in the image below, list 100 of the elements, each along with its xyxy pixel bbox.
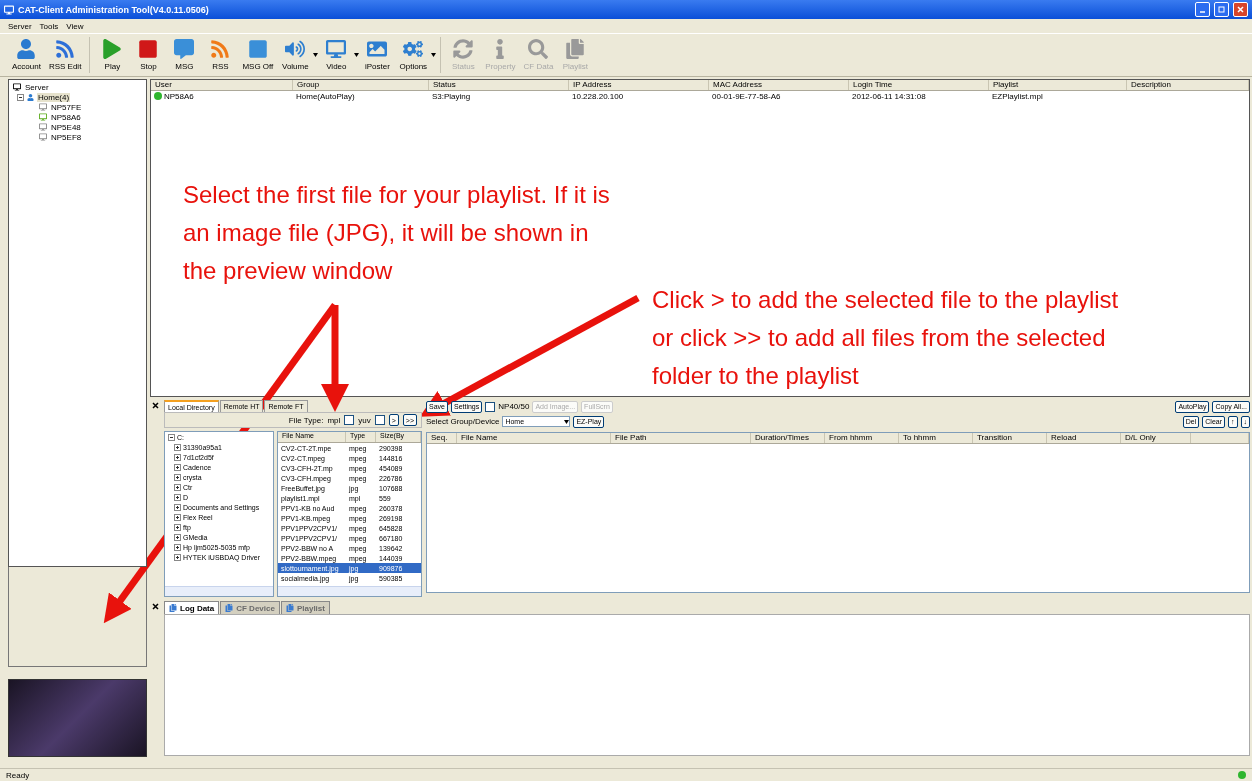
- picture-icon: [367, 39, 388, 59]
- checkbox[interactable]: [485, 401, 496, 412]
- table-cell: 10.228.20.100: [572, 91, 624, 101]
- close-icon: [1237, 6, 1244, 13]
- column-header: From hhmm: [825, 433, 899, 443]
- gears-icon: [403, 39, 424, 59]
- document-icon: [285, 604, 294, 612]
- collapse-icon[interactable]: [168, 433, 175, 441]
- expand-icon[interactable]: [174, 533, 181, 541]
- tree-item[interactable]: NP5E48: [50, 122, 82, 132]
- expand-icon[interactable]: [174, 513, 181, 521]
- tree-item[interactable]: NP58A6: [50, 112, 82, 122]
- user-icon: [16, 39, 37, 59]
- expand-icon[interactable]: [174, 453, 181, 461]
- menu-item[interactable]: View: [66, 21, 84, 31]
- column-header: Group: [293, 80, 429, 90]
- expand-icon[interactable]: [174, 463, 181, 471]
- menu-item[interactable]: Server: [8, 21, 32, 31]
- expand-icon[interactable]: [174, 473, 181, 481]
- label: NP40/50: [498, 402, 530, 411]
- refresh-icon: [453, 39, 474, 59]
- expand-icon[interactable]: [174, 443, 181, 451]
- table-cell: Home(AutoPlay): [296, 91, 355, 101]
- column-header: To hhmm: [899, 433, 973, 443]
- toolbar-button[interactable]: Video: [318, 39, 355, 71]
- toolbar-button[interactable]: RSS Edit: [44, 39, 86, 71]
- collapse-icon[interactable]: [17, 93, 24, 101]
- column-header: Transition: [973, 433, 1047, 443]
- expand-icon[interactable]: [174, 493, 181, 501]
- document-icon: [225, 604, 234, 612]
- column-header: Seq.: [427, 433, 457, 443]
- tree-item[interactable]: Home(4): [37, 92, 71, 102]
- scrollbar[interactable]: [165, 586, 273, 596]
- group-icon: [27, 93, 34, 101]
- column-header: MAC Address: [709, 80, 849, 90]
- toolbar-button[interactable]: Account: [8, 39, 45, 71]
- close-button[interactable]: [150, 400, 160, 410]
- close-button[interactable]: [150, 601, 160, 611]
- scrollbar[interactable]: [278, 586, 421, 596]
- toolbar-button[interactable]: iPoster: [359, 39, 396, 71]
- tab[interactable]: Playlist: [280, 601, 330, 614]
- column-header: Reload: [1047, 433, 1121, 443]
- status-text: Ready: [6, 770, 30, 780]
- play-icon: [102, 39, 123, 59]
- toolbar-button[interactable]: Volume: [277, 39, 314, 71]
- caret-icon[interactable]: [431, 53, 437, 57]
- toolbar-button[interactable]: MSG Off: [238, 39, 278, 71]
- table-cell: S3:Playing: [432, 91, 471, 101]
- caret-icon[interactable]: [354, 53, 360, 57]
- toolbar-button[interactable]: Options: [395, 39, 432, 71]
- column-header: D/L Only: [1121, 433, 1191, 443]
- tab[interactable]: Log Data: [164, 601, 220, 614]
- rss-icon: [55, 39, 76, 59]
- caret-icon[interactable]: [313, 53, 319, 57]
- label: yuv: [358, 415, 371, 425]
- annotation-text: Select the first file for your playlist. If it is an image file (JPG), it will be shown in the preview window: [183, 180, 611, 286]
- minimize-button[interactable]: [1195, 2, 1210, 17]
- column-header: Status: [429, 80, 569, 90]
- column-header: IP Address: [569, 80, 709, 90]
- expand-icon[interactable]: [174, 543, 181, 551]
- column-header: User: [151, 80, 293, 90]
- app-icon: [4, 4, 14, 15]
- expand-icon[interactable]: [174, 503, 181, 511]
- speaker-icon: [285, 39, 306, 59]
- table-cell: EZPlaylist.mpl: [992, 91, 1043, 101]
- expand-icon[interactable]: [174, 553, 181, 561]
- toolbar-button[interactable]: MSG: [166, 39, 203, 71]
- checkbox[interactable]: [344, 415, 355, 425]
- monitor-icon: [326, 39, 347, 59]
- tree-item[interactable]: NP5EF8: [50, 132, 83, 142]
- column-header: Duration/Times: [751, 433, 825, 443]
- toolbar-button[interactable]: Stop: [130, 39, 167, 71]
- table-cell: 00-01-9E-77-58-A6: [712, 91, 781, 101]
- server-icon: [13, 83, 21, 91]
- column-header: Login Time: [849, 80, 989, 90]
- column-header: Description: [1127, 80, 1249, 90]
- toolbar-button[interactable]: RSS: [202, 39, 239, 71]
- label: Select Group/Device: [426, 417, 500, 426]
- maximize-icon: [1218, 6, 1225, 13]
- search-icon: [528, 39, 549, 59]
- tab[interactable]: CF Device: [220, 601, 280, 614]
- status-dot: [1238, 771, 1246, 779]
- expand-icon[interactable]: [174, 483, 181, 491]
- expand-icon[interactable]: [174, 523, 181, 531]
- table-cell: 2012-06-11 14:31:08: [852, 91, 926, 101]
- label: mpl: [327, 415, 341, 425]
- square-icon: [247, 39, 268, 59]
- stop-icon: [138, 39, 159, 59]
- tree-item[interactable]: NP57FE: [50, 102, 83, 112]
- message-icon: [174, 39, 195, 59]
- column-header: Playlist: [989, 80, 1127, 90]
- table-cell: NP58A6: [164, 91, 194, 101]
- checkbox[interactable]: [374, 415, 385, 425]
- toolbar-button[interactable]: Play: [94, 39, 131, 71]
- maximize-button[interactable]: [1214, 2, 1229, 17]
- documents-icon: [565, 39, 586, 59]
- annotation-text: Click > to add the selected file to the playlist or click >> to add all files from the selected folder to the playlist: [652, 285, 1120, 391]
- label: File Type:: [288, 415, 324, 425]
- tree-item[interactable]: Server: [24, 82, 50, 92]
- menu-item[interactable]: Tools: [39, 21, 59, 31]
